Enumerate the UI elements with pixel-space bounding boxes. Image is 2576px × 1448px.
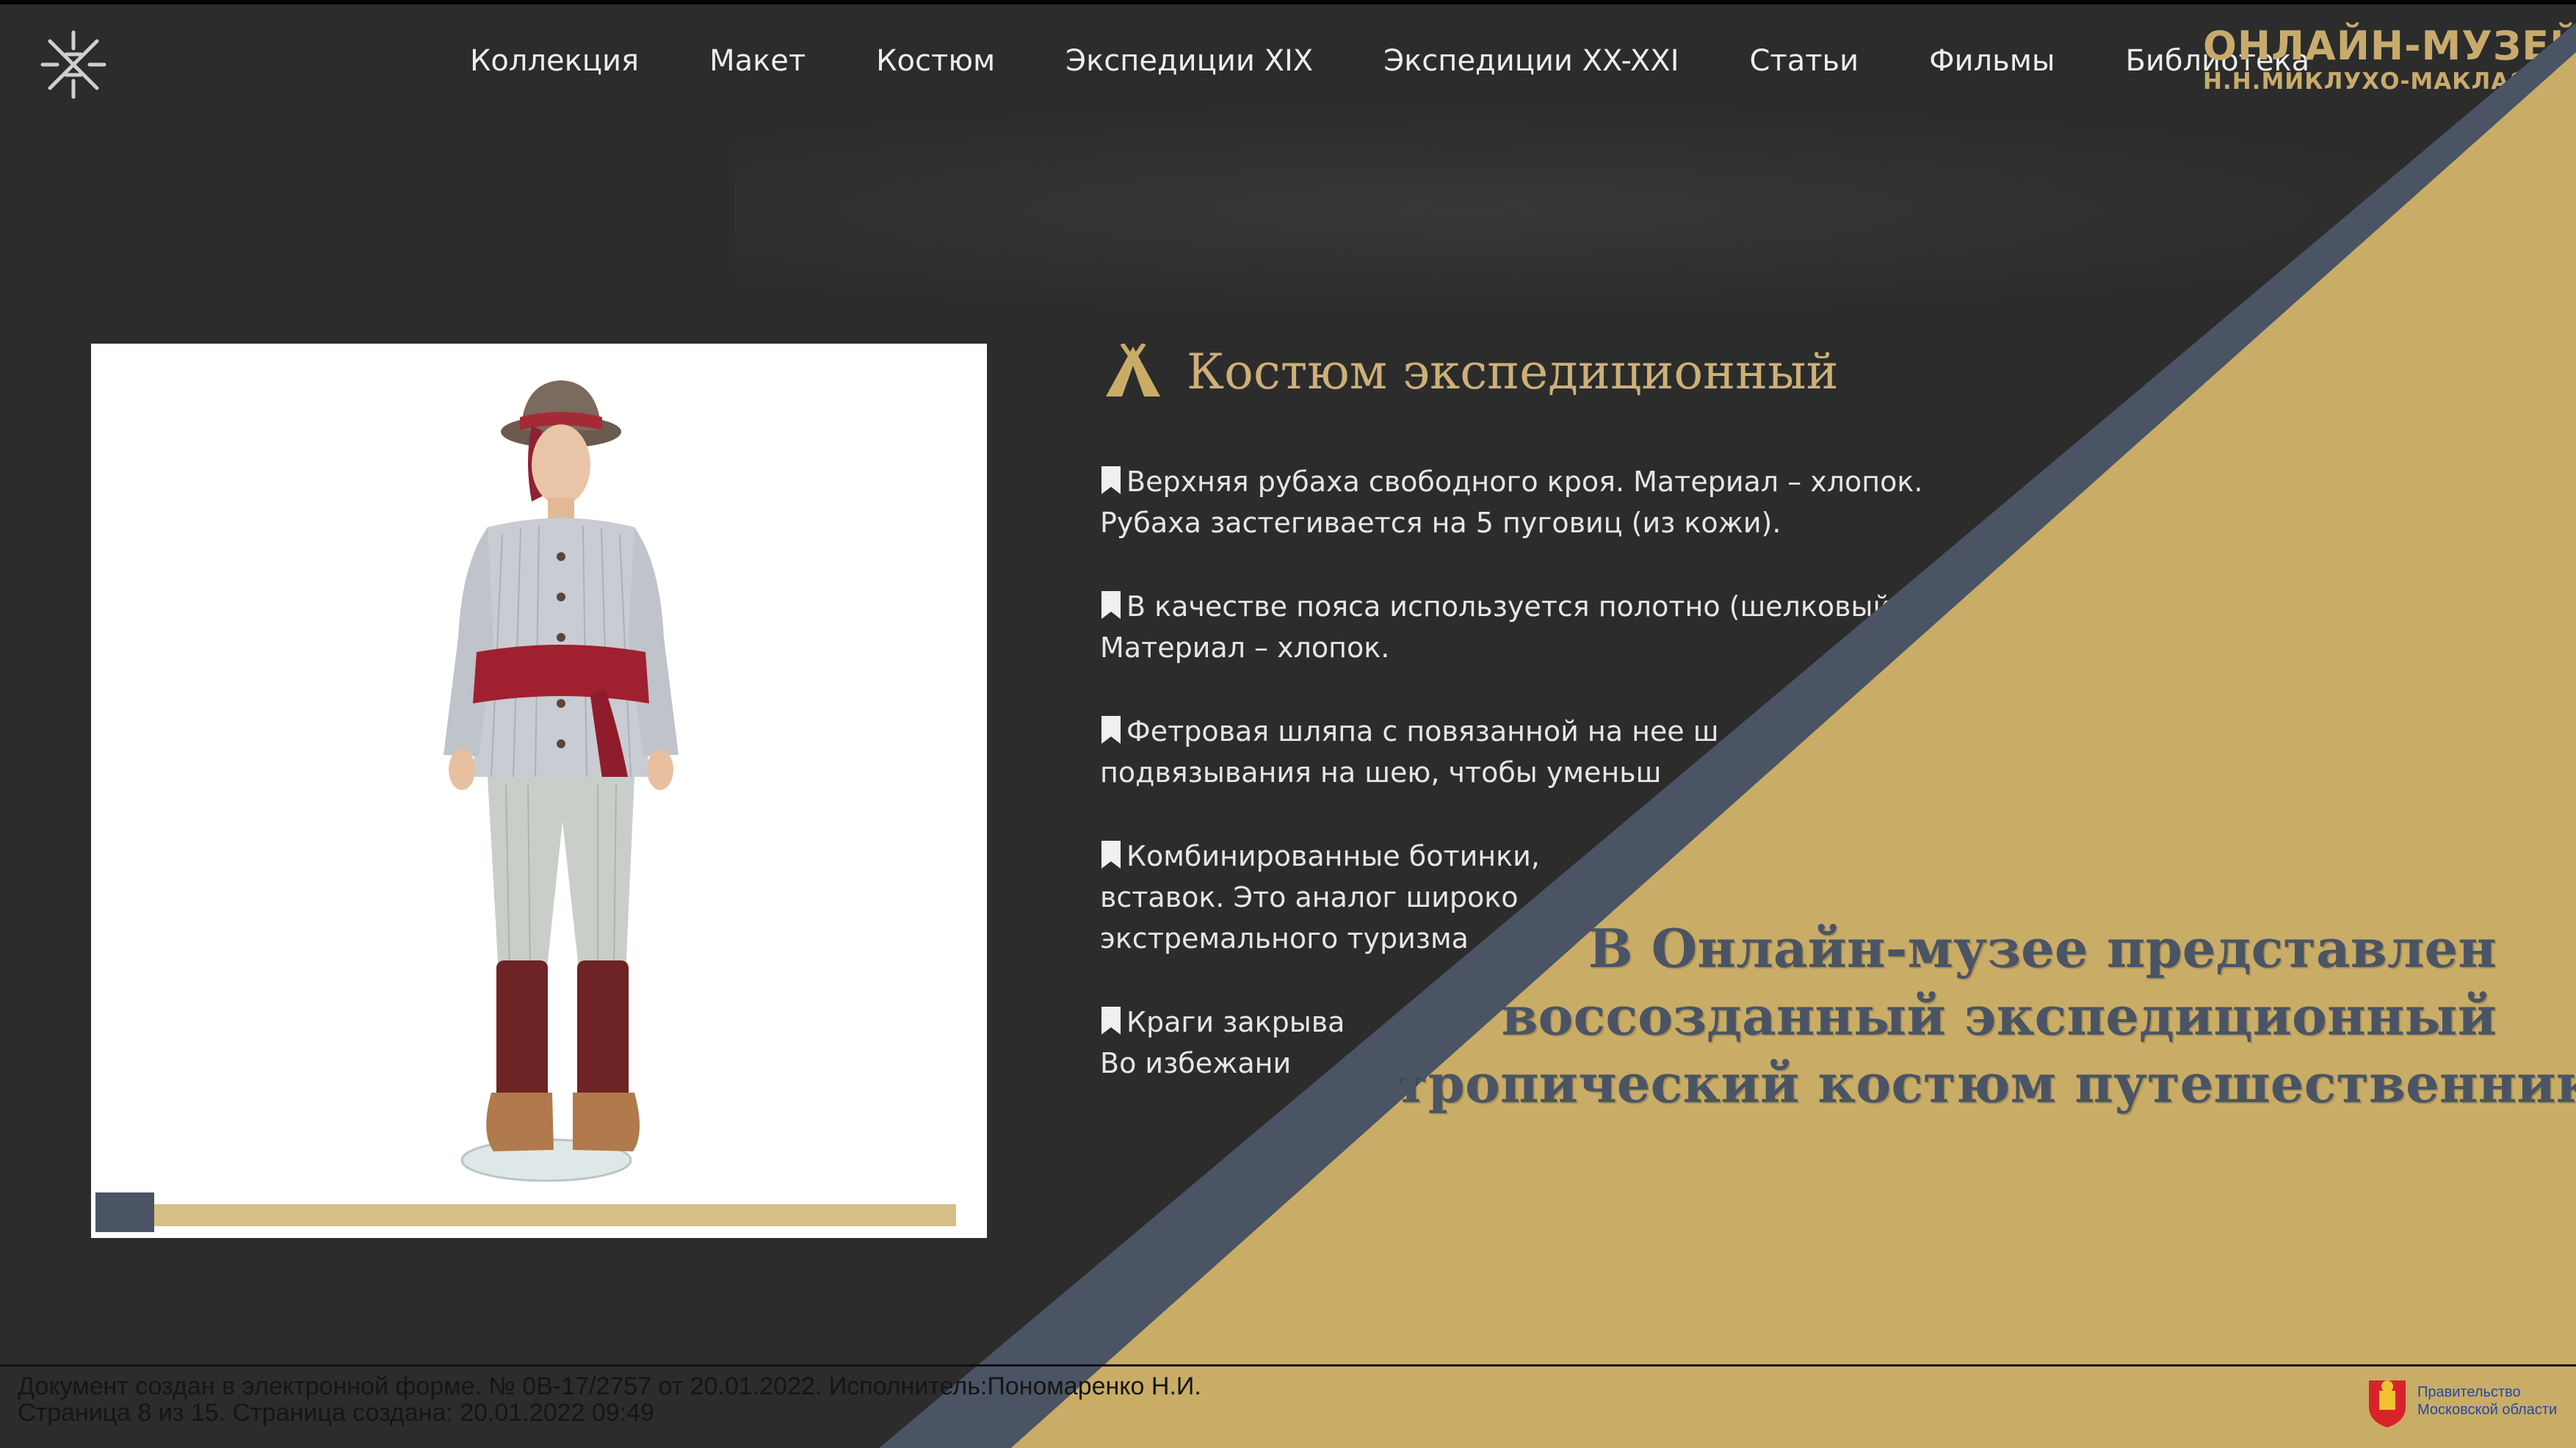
gallery-progress-track bbox=[95, 1204, 956, 1226]
background-texture bbox=[734, 100, 2570, 320]
page-title: Костюм экспедиционный bbox=[1187, 343, 1839, 400]
brand-title: ОНЛАЙН-МУЗЕЙ bbox=[2203, 23, 2576, 69]
gallery-progress-thumb[interactable] bbox=[95, 1192, 154, 1232]
list-item-line: Верхняя рубаха свободного кроя. Материал… bbox=[1126, 466, 1923, 498]
museum-page: Коллекция Макет Костюм Экспедиции XIX Эк… bbox=[0, 0, 2576, 1448]
nav-item-articles[interactable]: Статьи bbox=[1750, 44, 1859, 78]
promo-text: В Онлайн-музее представлен воссозданный … bbox=[1395, 915, 2576, 1118]
list-item-line: Фетровая шляпа с повязанной на нее ш bbox=[1126, 715, 1719, 747]
document-stamp: Документ создан в электронной форме. № 0… bbox=[0, 1364, 2576, 1448]
ornament-logo-icon[interactable] bbox=[37, 26, 110, 100]
bookmark-icon bbox=[1101, 591, 1121, 619]
bookmark-icon bbox=[1101, 466, 1121, 494]
costume-image-card bbox=[91, 344, 987, 1238]
footer-divider bbox=[0, 1364, 2576, 1366]
list-item-line: вставок. Это аналог широко bbox=[1100, 881, 1519, 913]
brand-subtitle: Н.Н.МИКЛУХО-МАКЛАЯ bbox=[2203, 68, 2528, 95]
government-badge: Правительство Московской области bbox=[2365, 1372, 2557, 1430]
list-item: Фетровая шляпа с повязанной на нее ш под… bbox=[1100, 711, 1981, 793]
nav-item-expeditions-19[interactable]: Экспедиции XIX bbox=[1066, 44, 1313, 78]
list-item-line: Комбинированные ботинки, bbox=[1126, 840, 1540, 872]
list-item-line: Материал – хлопок. bbox=[1100, 631, 1390, 664]
list-item-line: подвязывания на шею, чтобы уменьш bbox=[1100, 756, 1662, 789]
nav-item-model[interactable]: Макет bbox=[709, 44, 806, 78]
list-item-line: Рубаха застегивается на 5 пуговиц (из ко… bbox=[1100, 507, 1781, 539]
coat-of-arms-icon bbox=[2369, 1380, 2406, 1427]
bookmark-icon bbox=[1101, 716, 1121, 744]
nav-item-costume[interactable]: Костюм bbox=[876, 44, 995, 78]
list-item: В качестве пояса используется полотно (ш… bbox=[1100, 586, 1981, 668]
list-item-line: Во избежани bbox=[1100, 1047, 1292, 1079]
government-line: Правительство bbox=[2417, 1384, 2521, 1400]
promo-line: воссозданный экспедиционный bbox=[1501, 985, 2497, 1047]
bookmark-icon bbox=[1101, 1007, 1121, 1035]
promo-line: В Онлайн-музее представлен bbox=[1588, 917, 2497, 980]
page-info: Страница 8 из 15. Страница создана: 20.0… bbox=[18, 1399, 654, 1427]
list-item: Верхняя рубаха свободного кроя. Материал… bbox=[1100, 461, 1981, 543]
nav-item-films[interactable]: Фильмы bbox=[1929, 44, 2055, 78]
list-item-line: В качестве пояса используется полотно (ш… bbox=[1126, 590, 1892, 623]
government-line: Московской области bbox=[2417, 1402, 2558, 1418]
document-number: Документ создан в электронной форме. № 0… bbox=[18, 1372, 1201, 1400]
tent-icon bbox=[1106, 344, 1160, 397]
site-header: Коллекция Макет Костюм Экспедиции XIX Эк… bbox=[0, 4, 2576, 115]
costume-photo bbox=[444, 380, 679, 1182]
list-item-line: Краги закрыва bbox=[1126, 1006, 1345, 1038]
nav-item-expeditions-20-21[interactable]: Экспедиции XX-XXI bbox=[1383, 44, 1679, 78]
promo-line: тропический костюм путешественника bbox=[1395, 1052, 2576, 1115]
brand-logo[interactable]: ОНЛАЙН-МУЗЕЙ Н.Н.МИКЛУХО-МАКЛАЯ bbox=[2203, 23, 2576, 100]
government-label: Правительство Московской области bbox=[2417, 1383, 2557, 1419]
bookmark-icon bbox=[1101, 841, 1121, 869]
main-navigation: Коллекция Макет Костюм Экспедиции XIX Эк… bbox=[470, 35, 2380, 87]
title-row: Костюм экспедиционный bbox=[1100, 335, 1981, 408]
document-info: Документ создан в электронной форме. № 0… bbox=[18, 1373, 1201, 1426]
nav-item-collection[interactable]: Коллекция bbox=[470, 44, 639, 78]
